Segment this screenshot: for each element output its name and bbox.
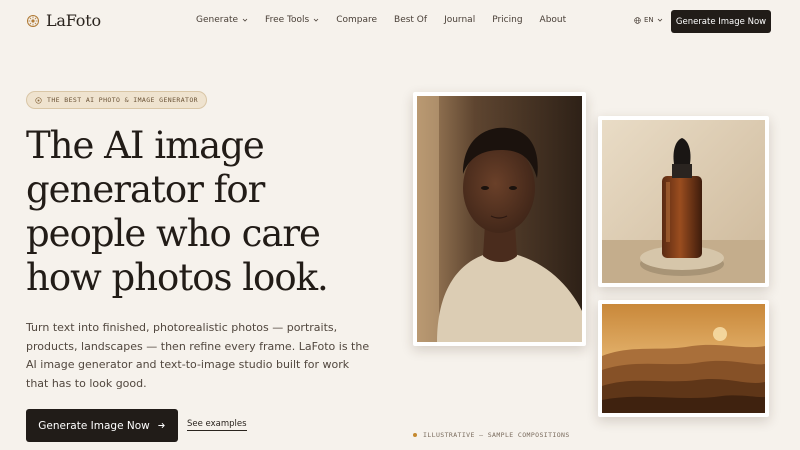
nav-item-label: Journal [444, 15, 476, 25]
hero-badge: THE BEST AI PHOTO & IMAGE GENERATOR [26, 91, 207, 109]
image-caption: ILLUSTRATIVE — SAMPLE COMPOSITIONS [413, 431, 570, 439]
caption-text: ILLUSTRATIVE — SAMPLE COMPOSITIONS [423, 431, 570, 439]
arrow-right-icon [158, 422, 165, 429]
language-label: EN [644, 16, 654, 24]
see-examples-link[interactable]: See examples [187, 419, 247, 431]
main-nav: Generate Free Tools Compare Best Of Jour… [196, 15, 583, 25]
globe-icon [634, 16, 641, 24]
chevron-down-icon [657, 18, 662, 22]
nav-item-label: Pricing [492, 15, 523, 25]
sun-mark-icon [27, 14, 39, 27]
nav-item-best-of[interactable]: Best Of [394, 15, 427, 25]
nav-item-generate[interactable]: Generate [196, 15, 248, 25]
headline-line: The AI image [26, 124, 265, 167]
sample-portrait-image [413, 92, 586, 346]
status-dot [413, 433, 417, 437]
headline-line: generator for [26, 168, 265, 211]
chevron-down-icon [242, 18, 248, 22]
headline-line: people who care [26, 212, 321, 255]
sparkle-icon [35, 96, 42, 104]
nav-item-free-tools[interactable]: Free Tools [265, 15, 319, 25]
top-nav: LaFoto Generate Free Tools Compare Best … [0, 0, 800, 42]
hero-headline: The AI image generator for people who ca… [26, 124, 366, 300]
nav-item-compare[interactable]: Compare [336, 15, 377, 25]
language-selector[interactable]: EN [634, 16, 663, 24]
nav-item-label: About [539, 15, 567, 25]
header-generate-button[interactable]: Generate Image Now [671, 10, 771, 33]
nav-item-label: Generate [196, 15, 239, 25]
nav-item-about[interactable]: About [540, 15, 567, 25]
hero-description: Turn text into finished, photorealistic … [26, 321, 370, 390]
nav-item-journal[interactable]: Journal [444, 15, 475, 25]
headline-line: how photos look. [26, 256, 329, 299]
sample-product-image [598, 116, 769, 287]
badge-text: THE BEST AI PHOTO & IMAGE GENERATOR [47, 96, 198, 104]
chevron-down-icon [313, 18, 319, 22]
button-label: Generate Image Now [38, 419, 150, 432]
nav-item-label: Compare [336, 15, 378, 25]
sample-landscape-image [598, 300, 769, 417]
hero-generate-button[interactable]: Generate Image Now [26, 409, 178, 442]
nav-item-label: Best Of [394, 15, 428, 25]
nav-item-label: Free Tools [265, 15, 310, 25]
nav-item-pricing[interactable]: Pricing [492, 15, 522, 25]
brand-logo[interactable]: LaFoto [26, 11, 101, 30]
brand-name: LaFoto [46, 11, 101, 30]
